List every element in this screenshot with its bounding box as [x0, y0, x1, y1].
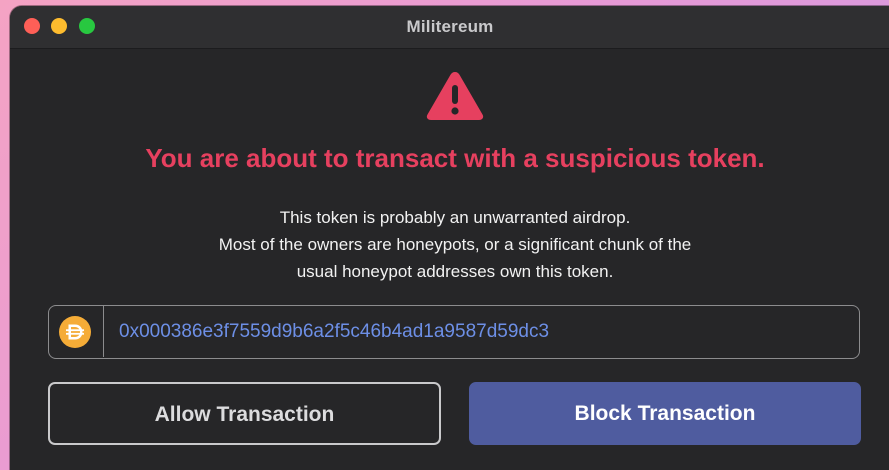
title-bar: Militereum: [10, 6, 889, 49]
block-transaction-button[interactable]: Block Transaction: [469, 382, 861, 445]
warning-triangle-icon: [426, 72, 484, 120]
description-line: usual honeypot addresses own this token.: [296, 262, 614, 281]
token-address[interactable]: 0x000386e3f7559d9b6a2f5c46b4ad1a9587d59d…: [119, 306, 549, 357]
warning-headline: You are about to transact with a suspici…: [145, 143, 765, 173]
window-title: Militereum: [406, 17, 494, 36]
app-window: Militereum You are about to transact wit…: [10, 6, 889, 470]
description-line: This token is probably an unwarranted ai…: [279, 208, 631, 227]
token-icon-cell: [49, 306, 104, 357]
description-line: Most of the owners are honeypots, or a s…: [218, 235, 692, 254]
allow-transaction-button[interactable]: Allow Transaction: [48, 382, 441, 445]
warning-description: This token is probably an unwarranted ai…: [10, 204, 889, 285]
token-address-field[interactable]: 0x000386e3f7559d9b6a2f5c46b4ad1a9587d59d…: [48, 305, 860, 359]
dai-token-icon: [59, 316, 91, 348]
